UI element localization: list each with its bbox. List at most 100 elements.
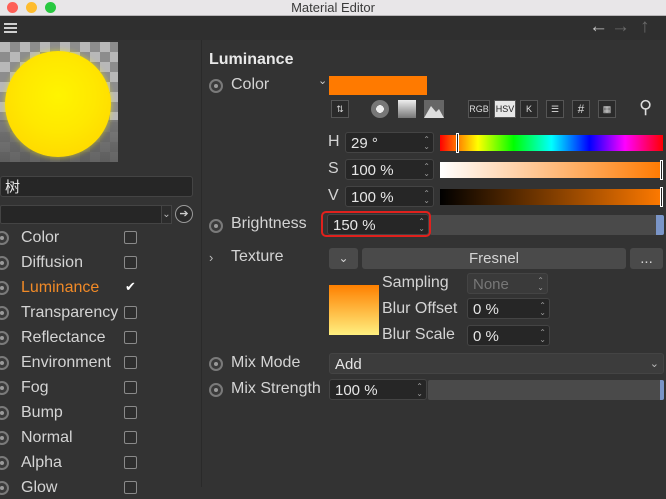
channel-enable-checkbox[interactable]: ✔ (124, 280, 137, 294)
texture-shader-button[interactable]: Fresnel (362, 248, 626, 269)
material-preview[interactable] (0, 42, 118, 162)
rgb-mode-button[interactable]: RGB (468, 100, 490, 118)
hsv-mode-button[interactable]: HSV (494, 100, 516, 118)
texture-more-button[interactable]: ... (630, 248, 663, 269)
spinner-icon[interactable]: ⌃ ⌄ (539, 302, 546, 317)
color-chevron-icon[interactable]: ⌄ (318, 74, 327, 87)
channel-enable-checkbox[interactable] (124, 256, 137, 269)
channel-animate-radio[interactable] (0, 331, 9, 345)
spinner-icon[interactable]: ⌃ ⌄ (539, 329, 546, 344)
blur-offset-field[interactable]: 0 % ⌃ ⌄ (467, 298, 550, 319)
channel-label[interactable]: Luminance (21, 277, 99, 299)
arrow-circle-icon[interactable]: ➔ (175, 205, 193, 223)
channel-label[interactable]: Reflectance (21, 327, 106, 349)
channel-item-reflectance[interactable]: Reflectance (0, 327, 200, 349)
channel-enable-checkbox[interactable] (124, 481, 137, 494)
channel-enable-checkbox[interactable] (124, 331, 137, 344)
material-name-field[interactable]: 树 (0, 176, 193, 197)
channel-animate-radio[interactable] (0, 256, 9, 270)
channel-animate-radio[interactable] (0, 406, 9, 420)
channel-enable-checkbox[interactable] (124, 306, 137, 319)
channel-enable-checkbox[interactable] (124, 356, 137, 369)
chevron-down-icon[interactable]: ⌄ (161, 205, 172, 224)
hue-slider-handle[interactable] (456, 133, 459, 153)
channel-label[interactable]: Diffusion (21, 252, 83, 274)
channel-item-bump[interactable]: Bump (0, 402, 200, 424)
color-animate-radio[interactable] (209, 79, 223, 93)
mix-strength-slider[interactable] (428, 380, 664, 400)
channel-label[interactable]: Fog (21, 377, 49, 399)
brightness-slider-handle[interactable] (656, 215, 664, 235)
channel-animate-radio[interactable] (0, 381, 9, 395)
texture-dropdown-button[interactable]: ⌄ (329, 248, 358, 269)
color-wheel-icon[interactable] (371, 100, 389, 118)
saturation-field[interactable]: 100 % ⌃ ⌄ (345, 159, 434, 180)
channel-filter-select[interactable] (0, 205, 163, 224)
channel-enable-checkbox[interactable] (124, 231, 137, 244)
sampling-select[interactable]: None ⌃ ⌄ (467, 273, 548, 294)
channel-label[interactable]: Alpha (21, 452, 62, 474)
channel-item-transparency[interactable]: Transparency (0, 302, 200, 324)
mix-strength-animate-radio[interactable] (209, 383, 223, 397)
channel-label[interactable]: Bump (21, 402, 63, 424)
spinner-icon[interactable]: ⌃ ⌄ (416, 383, 423, 398)
forward-arrow-icon[interactable]: → (611, 17, 630, 37)
channel-label[interactable]: Normal (21, 427, 73, 449)
mix-mode-animate-radio[interactable] (209, 357, 223, 371)
channel-enable-checkbox[interactable] (124, 406, 137, 419)
brightness-slider[interactable] (430, 215, 664, 235)
saturation-slider[interactable] (440, 160, 663, 180)
channel-animate-radio[interactable] (0, 231, 9, 245)
channel-label[interactable]: Glow (21, 477, 57, 499)
channel-label[interactable]: Transparency (21, 302, 118, 324)
swatches-grid-icon[interactable]: ▦ (598, 100, 616, 118)
image-picker-icon[interactable] (424, 100, 444, 118)
channel-item-normal[interactable]: Normal (0, 427, 200, 449)
value-slider-handle[interactable] (660, 187, 663, 207)
spectrum-icon[interactable] (398, 100, 416, 118)
up-arrow-icon[interactable]: ↑ (640, 17, 650, 37)
mix-mode-select[interactable]: Add ⌄ (329, 353, 664, 374)
kelvin-mode-button[interactable]: K (520, 100, 538, 118)
scramble-icon[interactable]: ⇅ (331, 100, 349, 118)
channel-item-environment[interactable]: Environment (0, 352, 200, 374)
channel-item-alpha[interactable]: Alpha (0, 452, 200, 474)
channel-enable-checkbox[interactable] (124, 431, 137, 444)
channel-animate-radio[interactable] (0, 431, 9, 445)
texture-thumbnail[interactable] (329, 285, 379, 335)
mixer-icon[interactable]: ☰ (546, 100, 564, 118)
hue-slider[interactable] (440, 133, 663, 153)
color-swatch[interactable] (329, 76, 427, 95)
channel-item-diffusion[interactable]: Diffusion (0, 252, 200, 274)
hue-field[interactable]: 29 ° ⌃ ⌄ (345, 132, 434, 153)
channel-enable-checkbox[interactable] (124, 381, 137, 394)
channel-label[interactable]: Environment (21, 352, 111, 374)
mix-strength-slider-handle[interactable] (660, 380, 664, 400)
spinner-icon[interactable]: ⌃ ⌄ (423, 190, 430, 205)
channel-animate-radio[interactable] (0, 456, 9, 470)
channel-item-color[interactable]: Color (0, 227, 200, 249)
blur-scale-field[interactable]: 0 % ⌃ ⌄ (467, 325, 550, 346)
back-arrow-icon[interactable]: ← (589, 17, 608, 37)
value-field[interactable]: 100 % ⌃ ⌄ (345, 186, 434, 207)
spinner-icon[interactable]: ⌃ ⌄ (423, 136, 430, 151)
value-slider[interactable] (440, 187, 663, 207)
eyedropper-icon[interactable]: ⚲ (639, 97, 652, 118)
spinner-icon[interactable]: ⌃ ⌄ (423, 163, 430, 178)
channel-item-luminance[interactable]: Luminance ✔ (0, 277, 200, 299)
brightness-animate-radio[interactable] (209, 219, 223, 233)
channel-enable-checkbox[interactable] (124, 456, 137, 469)
channel-animate-radio[interactable] (0, 306, 9, 320)
channel-animate-radio[interactable] (0, 481, 9, 495)
channel-item-glow[interactable]: Glow (0, 477, 200, 499)
channel-label[interactable]: Color (21, 227, 59, 249)
channel-animate-radio[interactable] (0, 356, 9, 370)
chevron-right-icon[interactable]: › (209, 247, 213, 269)
window-title: Material Editor (291, 0, 375, 15)
hex-icon[interactable]: # (572, 100, 590, 118)
saturation-slider-handle[interactable] (660, 160, 663, 180)
mix-strength-field[interactable]: 100 % ⌃ ⌄ (329, 379, 427, 400)
menu-icon[interactable] (4, 23, 17, 35)
channel-animate-radio[interactable] (0, 281, 9, 295)
channel-item-fog[interactable]: Fog (0, 377, 200, 399)
